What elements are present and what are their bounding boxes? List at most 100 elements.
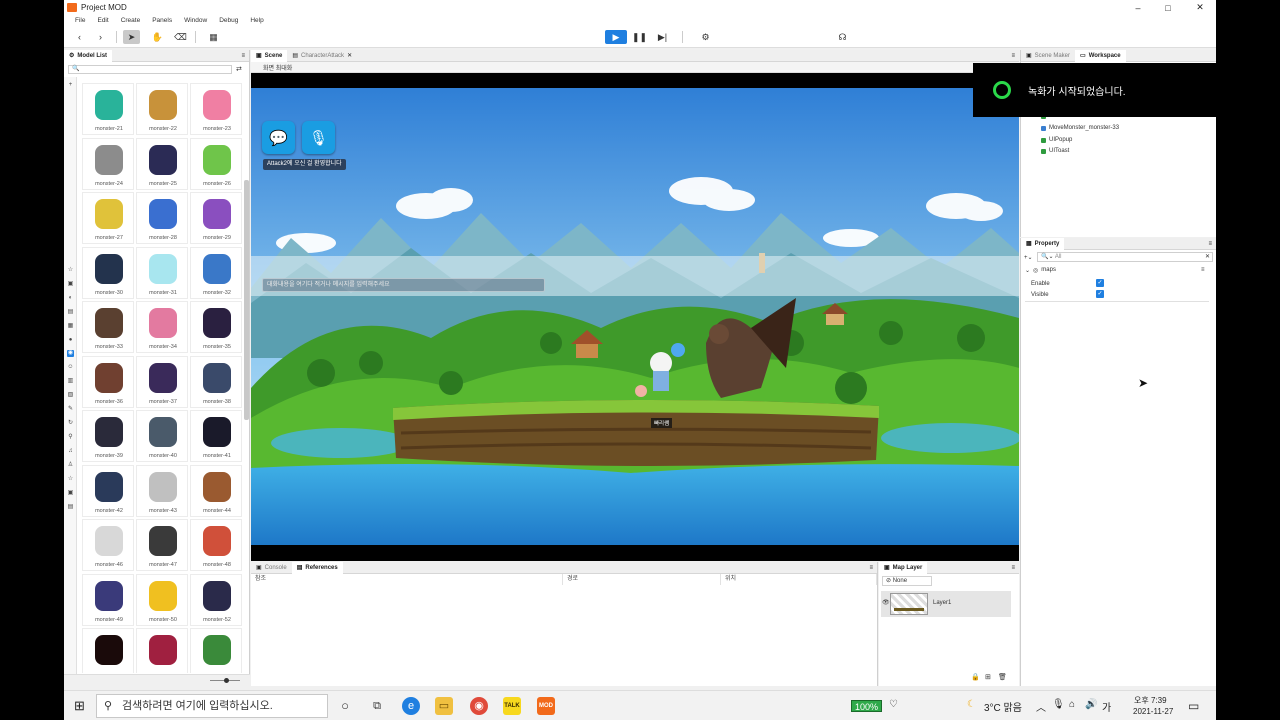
category-star-icon[interactable]: ☆ xyxy=(67,267,74,274)
model-item[interactable]: monster-28 xyxy=(136,192,188,244)
grid-tool-icon[interactable]: ▦ xyxy=(205,30,222,44)
model-item[interactable]: monster-52 xyxy=(190,573,242,626)
model-item[interactable] xyxy=(136,628,188,673)
menu-file[interactable]: File xyxy=(75,17,85,24)
tab-map-layer[interactable]: ▣ Map Layer xyxy=(879,561,928,574)
close-tab-icon[interactable]: ✕ xyxy=(347,52,352,59)
model-item[interactable]: monster-44 xyxy=(190,464,242,517)
column-reference[interactable]: 참조 xyxy=(251,574,563,585)
maximize-view-label[interactable]: 화면 최대화 xyxy=(263,63,292,72)
category-drop-icon[interactable]: ● xyxy=(67,337,74,344)
bulb-icon[interactable]: ♡ xyxy=(889,699,898,710)
category-bag-icon[interactable]: ▥ xyxy=(67,378,74,385)
model-item[interactable]: monster-27 xyxy=(82,192,134,244)
model-item[interactable]: monster-21 xyxy=(82,83,134,135)
add-icon[interactable]: + xyxy=(67,82,74,89)
cortana-icon[interactable]: ○ xyxy=(336,697,354,715)
taskbar-search-input[interactable]: ⚲ 검색하려면 여기에 입력하십시오. xyxy=(96,694,328,718)
tab-scene-maker[interactable]: ▣ Scene Maker xyxy=(1021,50,1075,62)
support-icon[interactable]: ☊ xyxy=(834,30,851,44)
category-box-icon[interactable]: ▣ xyxy=(67,490,74,497)
model-item[interactable]: monster-42 xyxy=(82,464,134,517)
panel-menu-icon[interactable]: ≡ xyxy=(241,53,245,59)
menu-panels[interactable]: Panels xyxy=(152,17,172,24)
debug-icon[interactable]: ⚙ xyxy=(697,30,714,44)
model-item[interactable] xyxy=(82,628,134,673)
windows-start-icon[interactable]: ⊞ xyxy=(74,698,85,714)
back-icon[interactable]: ‹ xyxy=(71,30,88,44)
tab-workspace[interactable]: ▭ Workspace xyxy=(1075,49,1126,62)
tab-character-attack[interactable]: ▤ CharacterAttack ✕ xyxy=(287,50,357,62)
category-character-icon[interactable]: ♙ xyxy=(67,462,74,469)
delete-layer-icon[interactable]: 🗑 xyxy=(998,673,1007,681)
category-monster-icon[interactable]: ◉ xyxy=(67,350,74,357)
maximize-button[interactable]: □ xyxy=(1152,0,1184,15)
model-item[interactable]: monster-48 xyxy=(190,519,242,571)
column-location[interactable]: 위치 xyxy=(721,574,877,585)
enable-checkbox[interactable]: ✓ xyxy=(1096,279,1104,287)
model-item[interactable]: monster-35 xyxy=(190,301,242,353)
model-item[interactable]: monster-49 xyxy=(82,573,134,626)
tab-property[interactable]: ▦ Property xyxy=(1021,237,1065,250)
tab-console[interactable]: ▣ Console xyxy=(251,562,292,574)
category-link-icon[interactable]: ⚲ xyxy=(67,434,74,441)
bottom-menu-icon[interactable]: ≡ xyxy=(869,565,873,571)
scene-menu-icon[interactable]: ≡ xyxy=(1011,53,1015,59)
menu-help[interactable]: Help xyxy=(250,17,263,24)
model-list-scrollbar[interactable] xyxy=(244,180,249,420)
forward-icon[interactable]: › xyxy=(92,30,109,44)
model-item[interactable]: monster-24 xyxy=(82,137,134,190)
model-item[interactable]: monster-30 xyxy=(82,246,134,299)
column-path[interactable]: 경로 xyxy=(563,574,721,585)
mic-icon[interactable]: 🎙 xyxy=(1052,699,1065,710)
minimize-button[interactable]: – xyxy=(1122,0,1154,15)
category-image-icon[interactable]: ▣ xyxy=(67,281,74,288)
task-view-icon[interactable]: ⧉ xyxy=(368,697,386,715)
clear-search-icon[interactable]: ✕ xyxy=(1205,253,1210,261)
category-npc-icon[interactable]: ☺ xyxy=(67,364,74,371)
game-canvas[interactable]: 💬 🎙 Attack2에 오신 걸 환영합니다 대화내용을 여기다 적거나 메시… xyxy=(251,88,1019,545)
model-item[interactable]: monster-39 xyxy=(82,410,134,462)
zoom-slider[interactable] xyxy=(224,678,229,683)
tree-item-uitoast[interactable]: UIToast xyxy=(1041,148,1069,154)
close-button[interactable]: ✕ xyxy=(1184,0,1216,15)
category-favorite-icon[interactable]: ☆ xyxy=(67,476,74,483)
model-item[interactable]: monster-33 xyxy=(82,301,134,353)
property-menu-icon[interactable]: ≡ xyxy=(1208,241,1212,247)
chrome-icon[interactable]: ◉ xyxy=(470,697,488,715)
tab-references[interactable]: ▤ References xyxy=(291,561,343,574)
category-grid-icon[interactable]: ▦ xyxy=(67,323,74,330)
battery-indicator[interactable]: 100% xyxy=(851,700,883,712)
category-building-icon[interactable]: ▧ xyxy=(67,392,74,399)
menu-edit[interactable]: Edit xyxy=(97,17,108,24)
pause-button[interactable]: ❚❚ xyxy=(631,30,648,44)
tab-scene[interactable]: ▣ Scene xyxy=(251,49,288,62)
section-menu-icon[interactable]: ≡ xyxy=(1201,267,1205,273)
tree-item-uipopup[interactable]: UIPopup xyxy=(1041,137,1072,143)
model-item[interactable]: monster-50 xyxy=(136,573,188,626)
menu-debug[interactable]: Debug xyxy=(219,17,238,24)
add-component-icon[interactable]: +⌄ xyxy=(1024,254,1033,261)
weather-text[interactable]: 3°C 맑음 xyxy=(984,699,1022,714)
select-tool-icon[interactable]: ➤ xyxy=(123,30,140,44)
add-layer-icon[interactable]: ⊞ xyxy=(985,673,991,681)
project-mod-icon[interactable]: MOD xyxy=(537,697,555,715)
network-icon[interactable]: ⌂ xyxy=(1069,699,1075,710)
model-item[interactable]: monster-25 xyxy=(136,137,188,190)
hand-tool-icon[interactable]: ✋ xyxy=(149,30,166,44)
model-item[interactable]: monster-26 xyxy=(190,137,242,190)
section-maps[interactable]: ⌄ ◎ maps xyxy=(1025,267,1056,274)
model-item[interactable]: monster-37 xyxy=(136,355,188,408)
model-item[interactable]: monster-23 xyxy=(190,83,242,135)
lock-icon[interactable]: 🔒 xyxy=(971,673,980,681)
weather-icon[interactable]: ☾ xyxy=(967,699,976,710)
chat-input[interactable]: 대화내용을 여기다 적거나 메시지를 입력해주세요 xyxy=(262,278,545,292)
tree-item-move-monster[interactable]: MoveMonster_monster-33 xyxy=(1041,125,1119,131)
model-item[interactable]: monster-47 xyxy=(136,519,188,571)
model-item[interactable]: monster-22 xyxy=(136,83,188,135)
category-brush-icon[interactable]: ✎ xyxy=(67,406,74,413)
category-loop-icon[interactable]: ↻ xyxy=(67,420,74,427)
eraser-tool-icon[interactable]: ⌫ xyxy=(172,30,189,44)
layer-filter-select[interactable]: ⊘ None xyxy=(882,576,932,586)
swap-icon[interactable]: ⇄ xyxy=(236,65,242,73)
